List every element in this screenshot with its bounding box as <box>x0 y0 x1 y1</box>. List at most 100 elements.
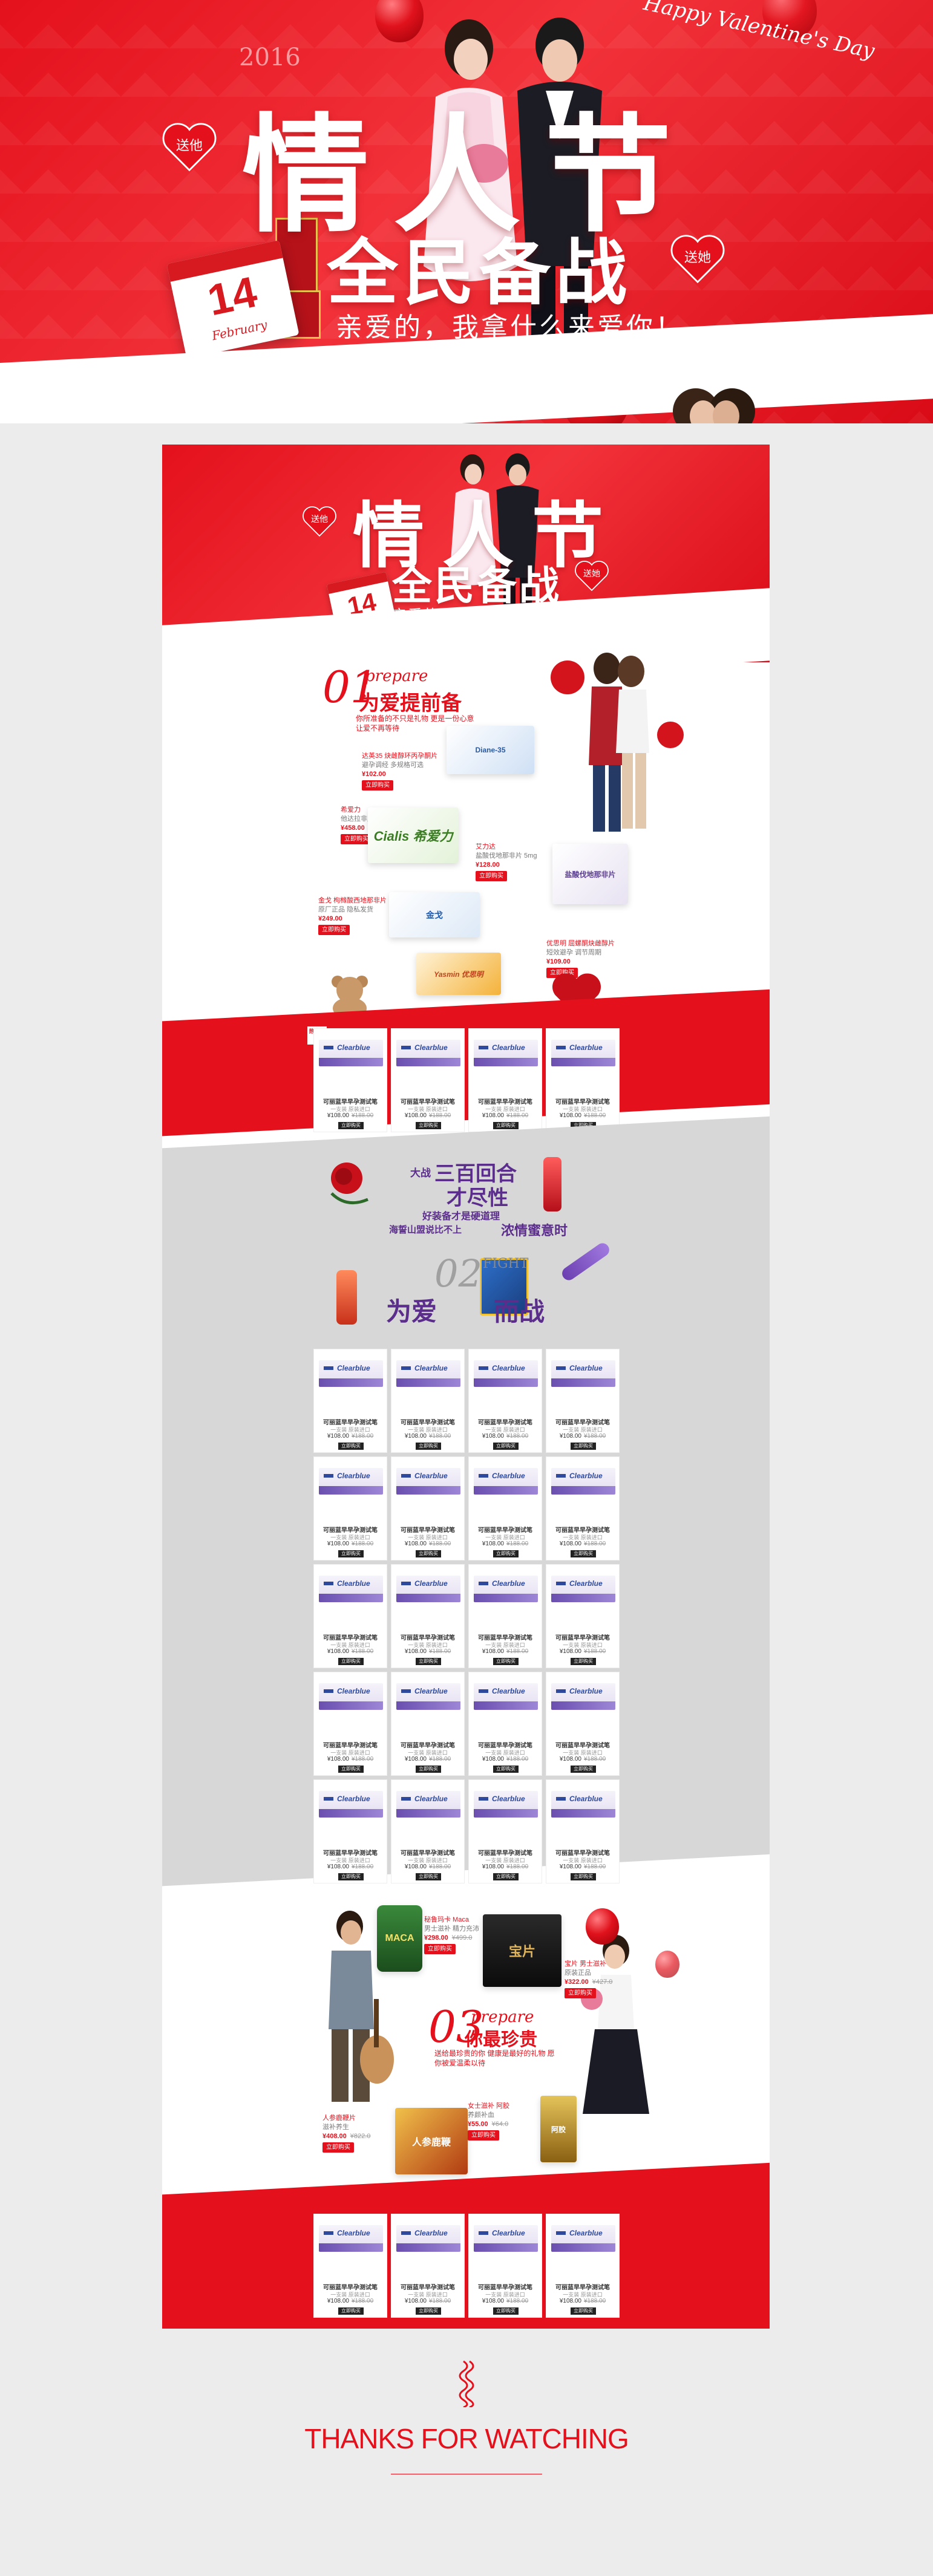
product-card[interactable]: Clearblue 可丽蓝早早孕测试笔 一支装 原装进口 ¥108.00 ¥188.00… <box>546 1564 620 1668</box>
pack-stripe <box>396 1701 460 1710</box>
product-pack-image: Clearblue <box>396 1360 460 1387</box>
card-buy-button[interactable]: 立即购买 <box>416 1658 441 1665</box>
card-price: ¥108.00 <box>404 1112 427 1119</box>
buy-button[interactable]: 立即购买 <box>565 1988 596 1998</box>
card-buy-button[interactable]: 立即购买 <box>493 1122 519 1129</box>
product-card[interactable]: Clearblue 可丽蓝早早孕测试笔 一支装 原装进口 ¥108.00 ¥188.00… <box>546 1349 620 1453</box>
product-image[interactable]: Cialis 希爱力 <box>368 807 459 863</box>
card-price: ¥108.00 <box>482 1433 504 1440</box>
product-image[interactable]: MACA <box>377 1905 422 1972</box>
badge-for-him[interactable]: 送他 <box>301 505 338 538</box>
card-price-row: ¥108.00 ¥188.00 <box>391 1541 464 1547</box>
card-buy-button[interactable]: 立即购买 <box>571 1658 596 1665</box>
buy-button[interactable]: 立即购买 <box>468 2130 499 2141</box>
product-card[interactable]: Clearblue 可丽蓝早早孕测试笔 一支装 原装进口 ¥108.00 ¥188.00… <box>391 2214 465 2318</box>
product-card[interactable]: Clearblue 可丽蓝早早孕测试笔 一支装 原装进口 ¥108.00 ¥188.00… <box>468 1456 542 1560</box>
product-card[interactable]: Clearblue 可丽蓝早早孕测试笔 一支装 原装进口 ¥108.00 ¥188.00… <box>391 1349 465 1453</box>
card-buy-button[interactable]: 立即购买 <box>338 1122 364 1129</box>
product-card[interactable]: Clearblue 可丽蓝早早孕测试笔 一支装 原装进口 ¥108.00 ¥188.00… <box>468 2214 542 2318</box>
card-name: 可丽蓝早早孕测试笔 <box>478 1743 532 1749</box>
product-image[interactable]: 人参鹿鞭 <box>395 2108 468 2174</box>
product-card[interactable]: Clearblue 可丽蓝早早孕测试笔 一支装 原装进口 ¥108.00 ¥188.00… <box>468 1564 542 1668</box>
product-card[interactable]: Clearblue 可丽蓝早早孕测试笔 一支装 原装进口 ¥108.00 ¥188.00… <box>313 1349 387 1453</box>
card-buy-button[interactable]: 立即购买 <box>571 1873 596 1880</box>
product-card[interactable]: Clearblue 可丽蓝早早孕测试笔 一支装 原装进口 ¥108.00 ¥188.00… <box>313 1564 387 1668</box>
card-buy-button[interactable]: 立即购买 <box>493 1658 519 1665</box>
card-buy-button[interactable]: 立即购买 <box>416 1443 441 1450</box>
card-buy-button[interactable]: 立即购买 <box>416 1550 441 1557</box>
card-buy-button[interactable]: 立即购买 <box>571 1766 596 1773</box>
card-buy-button[interactable]: 立即购买 <box>571 1550 596 1557</box>
product-card[interactable]: Clearblue 可丽蓝早早孕测试笔 一支装 原装进口 ¥108.00 ¥188.00… <box>313 1779 387 1883</box>
card-buy-button[interactable]: 立即购买 <box>338 1550 364 1557</box>
product-card[interactable]: Clearblue 可丽蓝早早孕测试笔 一支装 原装进口 ¥108.00 ¥188.00… <box>313 1456 387 1560</box>
pack-logo: Clearblue <box>492 1687 525 1695</box>
product-card[interactable]: Clearblue 可丽蓝早早孕测试笔 一支装 原装进口 ¥108.00 ¥188.00… <box>468 1672 542 1776</box>
product-card[interactable]: Clearblue 可丽蓝早早孕测试笔 一支装 原装进口 ¥108.00 ¥188.00… <box>391 1028 465 1132</box>
section3-desc: 送给最珍贵的你 健康是最好的礼物 愿你被爱温柔以待 <box>434 2049 555 2067</box>
buy-button[interactable]: 立即购买 <box>318 925 350 935</box>
card-buy-button[interactable]: 立即购买 <box>493 1550 519 1557</box>
card-buy-button[interactable]: 立即购买 <box>493 1873 519 1880</box>
product-card[interactable]: Clearblue 可丽蓝早早孕测试笔 一支装 原装进口 ¥108.00 ¥188.00… <box>391 1672 465 1776</box>
card-buy-button[interactable]: 立即购买 <box>416 1873 441 1880</box>
card-buy-button[interactable]: 立即购买 <box>493 1443 519 1450</box>
product-card[interactable]: Clearblue 可丽蓝早早孕测试笔 一支装 原装进口 ¥108.00 ¥188.00… <box>546 1672 620 1776</box>
pack-bar <box>556 1582 566 1585</box>
section2-number: 02 <box>434 1251 482 1296</box>
pack-stripe <box>474 1701 538 1710</box>
product-card[interactable]: Clearblue 可丽蓝早早孕测试笔 一支装 原装进口 ¥108.00 ¥188.00… <box>468 1349 542 1453</box>
product-pack-image: Clearblue <box>396 2225 460 2252</box>
card-old-price: ¥188.00 <box>429 1433 451 1440</box>
card-buy-button[interactable]: 立即购买 <box>338 1873 364 1880</box>
card-price: ¥108.00 <box>404 1648 427 1655</box>
card-price-row: ¥108.00 ¥188.00 <box>469 1756 542 1762</box>
product-image[interactable]: 阿胶 <box>540 2096 577 2162</box>
badge-for-her[interactable]: 送她 <box>574 559 610 592</box>
product-image[interactable]: Yasmin 优思明 <box>416 953 501 995</box>
card-buy-button[interactable]: 立即购买 <box>338 1766 364 1773</box>
product-card[interactable]: Clearblue 可丽蓝早早孕测试笔 一支装 原装进口 ¥108.00 ¥188.00… <box>546 2214 620 2318</box>
product-card[interactable]: Clearblue 可丽蓝早早孕测试笔 一支装 原装进口 ¥108.00 ¥188.00… <box>546 1456 620 1560</box>
card-price-row: ¥108.00 ¥188.00 <box>546 1864 619 1870</box>
product-card[interactable]: Clearblue 可丽蓝早早孕测试笔 一支装 原装进口 ¥108.00 ¥188.00… <box>313 1028 387 1132</box>
card-buy-button[interactable]: 立即购买 <box>571 2307 596 2315</box>
product-pack-image: Clearblue <box>551 2225 615 2252</box>
product-card[interactable]: Clearblue 可丽蓝早早孕测试笔 一支装 原装进口 ¥108.00 ¥188.00… <box>468 1028 542 1132</box>
product-image[interactable]: 金戈 <box>389 892 480 937</box>
product-card[interactable]: Clearblue 可丽蓝早早孕测试笔 一支装 原装进口 ¥108.00 ¥188.00… <box>546 1779 620 1883</box>
card-buy-button[interactable]: 立即购买 <box>416 1766 441 1773</box>
card-buy-button[interactable]: 立即购买 <box>416 1122 441 1129</box>
product-card[interactable]: Clearblue 可丽蓝早早孕测试笔 一支装 原装进口 ¥108.00 ¥188.00… <box>391 1779 465 1883</box>
product-card[interactable]: Clearblue 可丽蓝早早孕测试笔 一支装 原装进口 ¥108.00 ¥188.00… <box>313 2214 387 2318</box>
card-price: ¥108.00 <box>404 1433 427 1440</box>
product-card[interactable]: Clearblue 可丽蓝早早孕测试笔 一支装 原装进口 ¥108.00 ¥188.00… <box>313 1672 387 1776</box>
product-card[interactable]: Clearblue 可丽蓝早早孕测试笔 一支装 原装进口 ¥108.00 ¥188.00… <box>468 1779 542 1883</box>
product-image[interactable]: 盐酸伐地那非片 <box>552 844 628 904</box>
product-card[interactable]: Clearblue 可丽蓝早早孕测试笔 一支装 原装进口 ¥108.00 ¥188.00… <box>391 1564 465 1668</box>
badge-for-him[interactable]: 送他 <box>160 121 218 173</box>
buy-button[interactable]: 立即购买 <box>424 1944 456 1954</box>
card-buy-button[interactable]: 立即购买 <box>571 1443 596 1450</box>
product-image[interactable]: 宝片 <box>483 1914 561 1987</box>
buy-button[interactable]: 立即购买 <box>322 2142 354 2153</box>
buy-button[interactable]: 立即购买 <box>362 780 393 791</box>
card-buy-button[interactable]: 立即购买 <box>493 1766 519 1773</box>
card-buy-button[interactable]: 立即购买 <box>416 2307 441 2315</box>
card-name: 可丽蓝早早孕测试笔 <box>323 2284 378 2291</box>
product-card[interactable]: Clearblue 可丽蓝早早孕测试笔 一支装 原装进口 ¥108.00 ¥188.00… <box>391 1456 465 1560</box>
card-name: 可丽蓝早早孕测试笔 <box>401 1420 455 1426</box>
product-price: ¥298.00 <box>424 1934 448 1942</box>
product-card[interactable]: Clearblue 可丽蓝早早孕测试笔 一支装 原装进口 ¥108.00 ¥188.00… <box>546 1028 620 1132</box>
badge-for-her[interactable]: 送她 <box>669 233 727 285</box>
card-buy-button[interactable]: 立即购买 <box>338 2307 364 2315</box>
pack-logo: Clearblue <box>569 1579 603 1588</box>
card-old-price: ¥188.00 <box>584 1112 606 1119</box>
card-buy-button[interactable]: 立即购买 <box>338 1443 364 1450</box>
card-price-row: ¥108.00 ¥188.00 <box>469 1541 542 1547</box>
pack-stripe <box>551 1809 615 1818</box>
buy-button[interactable]: 立即购买 <box>476 871 507 881</box>
pack-logo: Clearblue <box>569 1472 603 1480</box>
card-buy-button[interactable]: 立即购买 <box>338 1658 364 1665</box>
card-buy-button[interactable]: 立即购买 <box>493 2307 519 2315</box>
